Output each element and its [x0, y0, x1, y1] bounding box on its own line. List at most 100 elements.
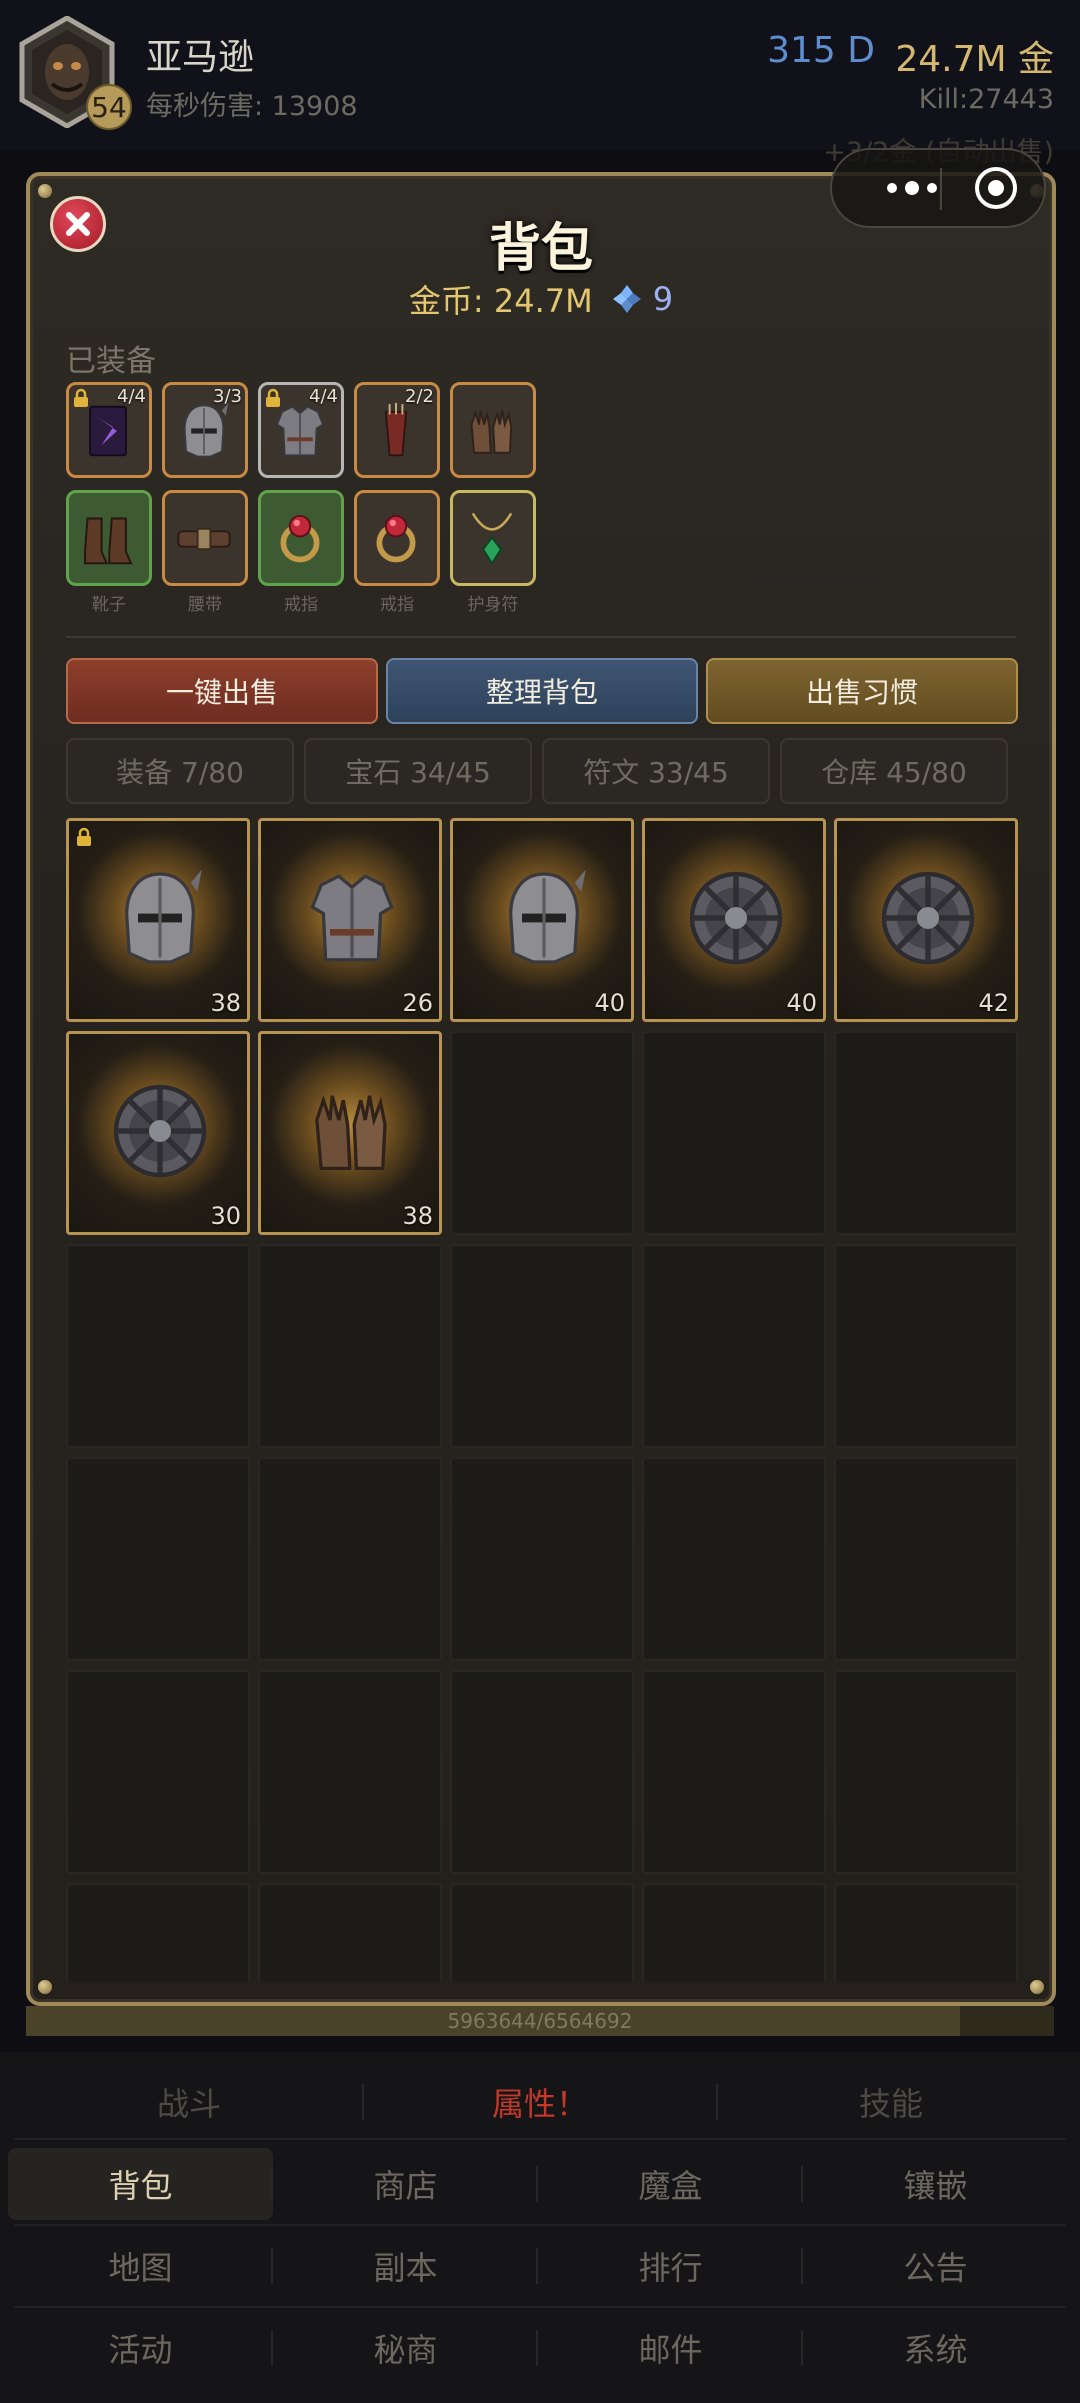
inventory-slot[interactable]: 38	[66, 818, 250, 1022]
slot-count: 4/4	[309, 386, 338, 407]
nav-divider	[801, 2166, 803, 2202]
inventory-slot[interactable]: 40	[642, 818, 826, 1022]
panel-gold: 金币: 24.7M	[408, 282, 593, 320]
inventory-slot[interactable]	[642, 1883, 826, 1982]
tab-runes[interactable]: 符文 33/45	[542, 738, 770, 804]
inventory-slot[interactable]	[450, 1883, 634, 1982]
equipped-slot[interactable]	[66, 490, 152, 586]
nav-item[interactable]: 活动	[8, 2312, 273, 2384]
slot-label: 戒指	[380, 595, 414, 615]
equipped-slot[interactable]: 2/2	[354, 382, 440, 478]
nav-divider	[362, 2084, 364, 2120]
helmet-icon	[125, 869, 202, 964]
inventory-slot[interactable]	[66, 1244, 250, 1448]
panel-corner-rivet	[1030, 1980, 1044, 1994]
nav-item[interactable]: 系统	[803, 2312, 1068, 2384]
nav-attributes[interactable]: 属性！	[365, 2072, 715, 2132]
inventory-slot[interactable]	[66, 1670, 250, 1874]
inventory-slot[interactable]	[258, 1244, 442, 1448]
close-miniprogram-icon[interactable]	[972, 164, 1020, 212]
equipped-slot[interactable]	[258, 490, 344, 586]
inventory-slot[interactable]	[642, 1457, 826, 1661]
equipped-slot[interactable]	[354, 490, 440, 586]
section-divider	[66, 636, 1016, 638]
diamond-count: 315 D	[767, 30, 875, 71]
inventory-slot[interactable]: 40	[450, 818, 634, 1022]
inventory-slot[interactable]	[642, 1670, 826, 1874]
nav-item[interactable]: 邮件	[538, 2312, 803, 2384]
dps-readout: 每秒伤害: 13908	[146, 91, 358, 122]
inventory-slot[interactable]	[834, 1244, 1018, 1448]
inventory-slot[interactable]	[450, 1244, 634, 1448]
item-level: 38	[210, 989, 241, 1017]
sort-bag-button[interactable]: 整理背包	[386, 658, 698, 724]
nav-item[interactable]: 背包	[8, 2148, 273, 2220]
boots-icon	[84, 517, 133, 565]
item-level: 42	[978, 989, 1009, 1017]
hero-name: 亚马逊	[146, 37, 255, 78]
equipped-slot[interactable]: 3/3	[162, 382, 248, 478]
nav-item[interactable]: 秘商	[273, 2312, 538, 2384]
inventory-slot[interactable]	[834, 1883, 1018, 1982]
game-screen: 54 亚马逊 每秒伤害: 13908 315 D 24.7M 金 Kill:27…	[0, 0, 1080, 2403]
inventory-slot[interactable]	[450, 1457, 634, 1661]
inventory-slot[interactable]	[834, 1457, 1018, 1661]
equipped-slot[interactable]: 4/4	[66, 382, 152, 478]
inventory-slot[interactable]	[450, 1670, 634, 1874]
inventory-slot[interactable]	[66, 1883, 250, 1982]
inventory-slot[interactable]	[834, 1670, 1018, 1874]
inventory-slot[interactable]	[66, 1457, 250, 1661]
inventory-slot[interactable]	[258, 1883, 442, 1982]
xp-bar: 5963644/6564692	[26, 2006, 1054, 2036]
hero-level-badge: 54	[86, 84, 132, 130]
equipped-slot[interactable]	[450, 490, 536, 586]
item-level: 38	[402, 1202, 433, 1230]
inventory-slot[interactable]	[834, 1031, 1018, 1235]
nav-item[interactable]: 排行	[538, 2230, 803, 2302]
equipped-slot[interactable]	[162, 490, 248, 586]
nav-battle[interactable]: 战斗	[14, 2072, 364, 2132]
gloves-icon	[470, 410, 513, 454]
shield-icon	[113, 1084, 207, 1178]
nav-row-line	[14, 2224, 1066, 2226]
nav-item[interactable]: 镶嵌	[803, 2148, 1068, 2220]
inventory-slot[interactable]: 38	[258, 1031, 442, 1235]
nav-divider	[536, 2166, 538, 2202]
nav-skills[interactable]: 技能	[716, 2072, 1066, 2132]
nav-divider	[801, 2248, 803, 2284]
tab-equipment[interactable]: 装备 7/80	[66, 738, 294, 804]
inventory-slot[interactable]	[642, 1244, 826, 1448]
inventory-slot[interactable]: 26	[258, 818, 442, 1022]
equipped-slot[interactable]: 4/4	[258, 382, 344, 478]
nav-divider	[801, 2330, 803, 2366]
nav-item[interactable]: 地图	[8, 2230, 273, 2302]
inventory-slot[interactable]: 42	[834, 818, 1018, 1022]
inventory-slot[interactable]	[258, 1670, 442, 1874]
slot-label: 戒指	[284, 595, 318, 615]
gold-count: 24.7M 金	[895, 39, 1054, 80]
item-level: 26	[402, 989, 433, 1017]
nav-divider	[271, 2330, 273, 2366]
inventory-slot[interactable]	[258, 1457, 442, 1661]
capsule-divider	[940, 168, 942, 210]
equipped-slot[interactable]	[450, 382, 536, 478]
tab-warehouse[interactable]: 仓库 45/80	[780, 738, 1008, 804]
nav-item[interactable]: 公告	[803, 2230, 1068, 2302]
xp-text: 5963644/6564692	[447, 2009, 633, 2033]
nav-item[interactable]: 魔盒	[538, 2148, 803, 2220]
sell-habit-button[interactable]: 出售习惯	[706, 658, 1018, 724]
nav-item[interactable]: 商店	[273, 2148, 538, 2220]
inventory-slot[interactable]: 30	[66, 1031, 250, 1235]
sell-all-button[interactable]: 一键出售	[66, 658, 378, 724]
panel-corner-rivet	[38, 1980, 52, 1994]
inventory-grid: 38 26 40 40 42 30 38	[66, 818, 1026, 1982]
belt-icon	[177, 527, 231, 551]
inventory-slot[interactable]	[450, 1031, 634, 1235]
nav-item[interactable]: 副本	[273, 2230, 538, 2302]
inventory-slot[interactable]	[642, 1031, 826, 1235]
tab-gems[interactable]: 宝石 34/45	[304, 738, 532, 804]
amulet-icon	[471, 512, 513, 566]
lock-icon	[74, 388, 88, 407]
more-options-icon[interactable]	[862, 150, 962, 226]
slot-count: 3/3	[213, 386, 242, 407]
